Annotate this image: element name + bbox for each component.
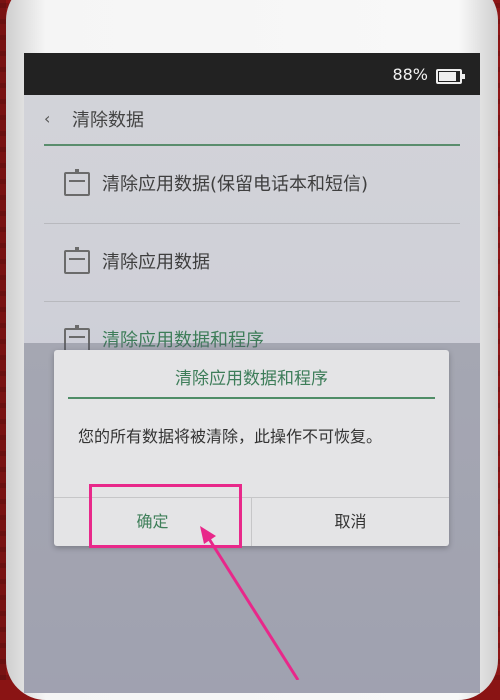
annotation-highlight-box	[89, 484, 242, 548]
list-item-label: 清除应用数据	[102, 252, 210, 273]
clear-data-icon	[64, 169, 90, 196]
clear-data-icon	[64, 247, 90, 274]
back-icon[interactable]: ‹	[44, 109, 50, 128]
cancel-button[interactable]: 取消	[252, 498, 449, 546]
status-bar: 88%	[24, 53, 480, 95]
list-item-label: 清除应用数据(保留电话本和短信)	[102, 174, 369, 195]
dialog-title: 清除应用数据和程序	[175, 369, 328, 389]
dialog-title-divider	[68, 397, 435, 399]
dialog-message: 您的所有数据将被清除，此操作不可恢复。	[78, 427, 383, 446]
battery-percent: 88%	[392, 65, 428, 84]
nav-bar: ‹ 清除数据	[24, 95, 480, 146]
list-item-clear-app-data[interactable]: 清除应用数据	[24, 224, 480, 300]
list-item-clear-app-data-keep-contacts[interactable]: 清除应用数据(保留电话本和短信)	[24, 146, 480, 222]
battery-icon	[436, 69, 465, 84]
page-title: 清除数据	[72, 110, 144, 131]
